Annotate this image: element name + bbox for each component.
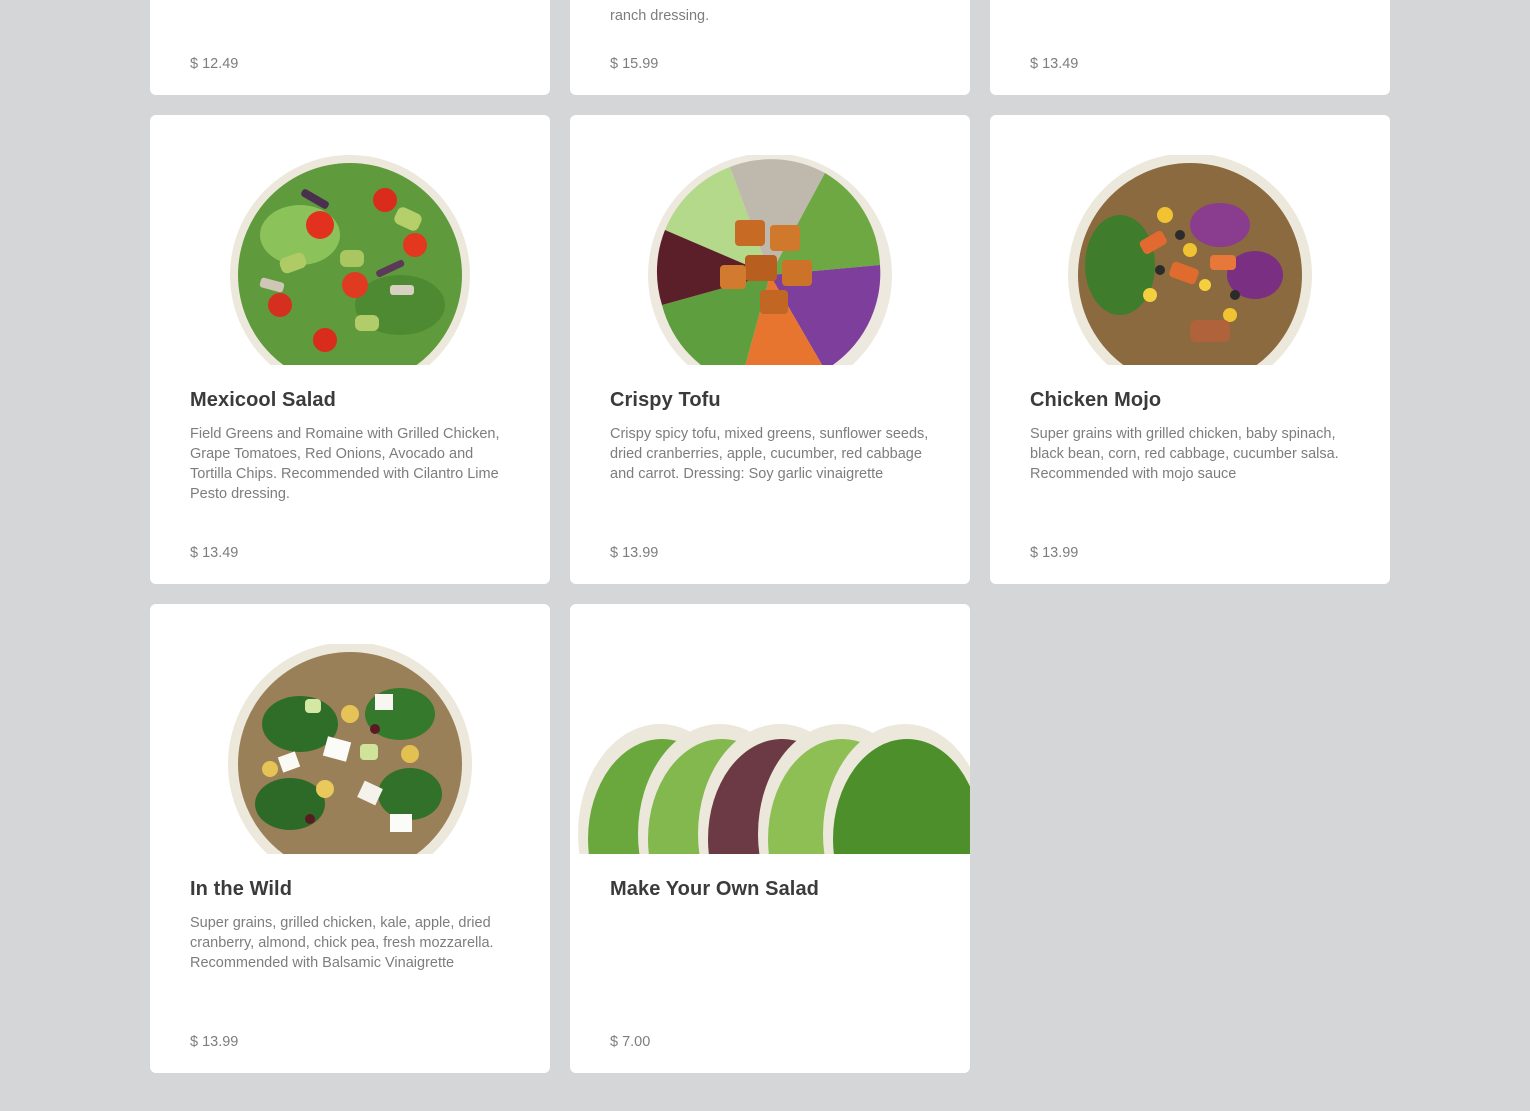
price-value: 13.49 <box>1042 56 1079 72</box>
menu-item-card[interactable]: $12.49 <box>150 0 550 95</box>
chicken-mojo-bowl-image <box>990 155 1390 365</box>
item-name: Crispy Tofu <box>610 389 721 411</box>
menu-item-card[interactable]: ranch dressing. $15.99 <box>570 0 970 95</box>
item-price: $7.00 <box>610 1034 650 1050</box>
item-description: Crispy spicy tofu, mixed greens, sunflow… <box>610 426 929 482</box>
currency-symbol: $ <box>610 545 619 561</box>
price-value: 13.99 <box>622 545 659 561</box>
item-name: Chicken Mojo <box>1030 389 1162 411</box>
item-description: ranch dressing. <box>610 8 710 24</box>
item-price: $13.99 <box>1030 545 1078 561</box>
greens-bowls-image <box>570 644 970 854</box>
menu-item-card[interactable]: In the Wild Super grains, grilled chicke… <box>150 604 550 1073</box>
item-price: $13.99 <box>610 545 658 561</box>
menu-item-card[interactable]: Crispy Tofu Crispy spicy tofu, mixed gre… <box>570 115 970 584</box>
item-name: Mexicool Salad <box>190 389 336 411</box>
currency-symbol: $ <box>610 1034 619 1050</box>
item-name: Make Your Own Salad <box>610 878 819 900</box>
menu-item-card[interactable]: Make Your Own Salad $7.00 <box>570 604 970 1073</box>
currency-symbol: $ <box>190 545 199 561</box>
item-description: Super grains with grilled chicken, baby … <box>1030 426 1339 482</box>
item-description: Field Greens and Romaine with Grilled Ch… <box>190 426 500 502</box>
currency-symbol: $ <box>1030 56 1039 72</box>
in-the-wild-bowl-image <box>150 644 550 854</box>
currency-symbol: $ <box>190 56 199 72</box>
item-price: $12.49 <box>190 56 238 72</box>
price-value: 13.99 <box>1042 545 1079 561</box>
price-value: 15.99 <box>622 56 659 72</box>
item-price: $13.49 <box>190 545 238 561</box>
item-name: In the Wild <box>190 878 293 900</box>
menu-grid: $12.49 ranch dressing. $15.99 $13.49 Mex… <box>150 0 1390 1073</box>
price-value: 12.49 <box>202 56 239 72</box>
crispy-tofu-bowl-image <box>570 155 970 365</box>
menu-item-card[interactable]: Chicken Mojo Super grains with grilled c… <box>990 115 1390 584</box>
item-price: $13.99 <box>190 1034 238 1050</box>
currency-symbol: $ <box>190 1034 199 1050</box>
item-price: $13.49 <box>1030 56 1078 72</box>
item-price: $15.99 <box>610 56 658 72</box>
price-value: 13.49 <box>202 545 239 561</box>
price-value: 7.00 <box>622 1034 651 1050</box>
currency-symbol: $ <box>610 56 619 72</box>
mexicool-salad-bowl-image <box>150 155 550 365</box>
price-value: 13.99 <box>202 1034 239 1050</box>
menu-item-card[interactable]: $13.49 <box>990 0 1390 95</box>
item-description: Super grains, grilled chicken, kale, app… <box>190 915 494 971</box>
menu-item-card[interactable]: Mexicool Salad Field Greens and Romaine … <box>150 115 550 584</box>
currency-symbol: $ <box>1030 545 1039 561</box>
